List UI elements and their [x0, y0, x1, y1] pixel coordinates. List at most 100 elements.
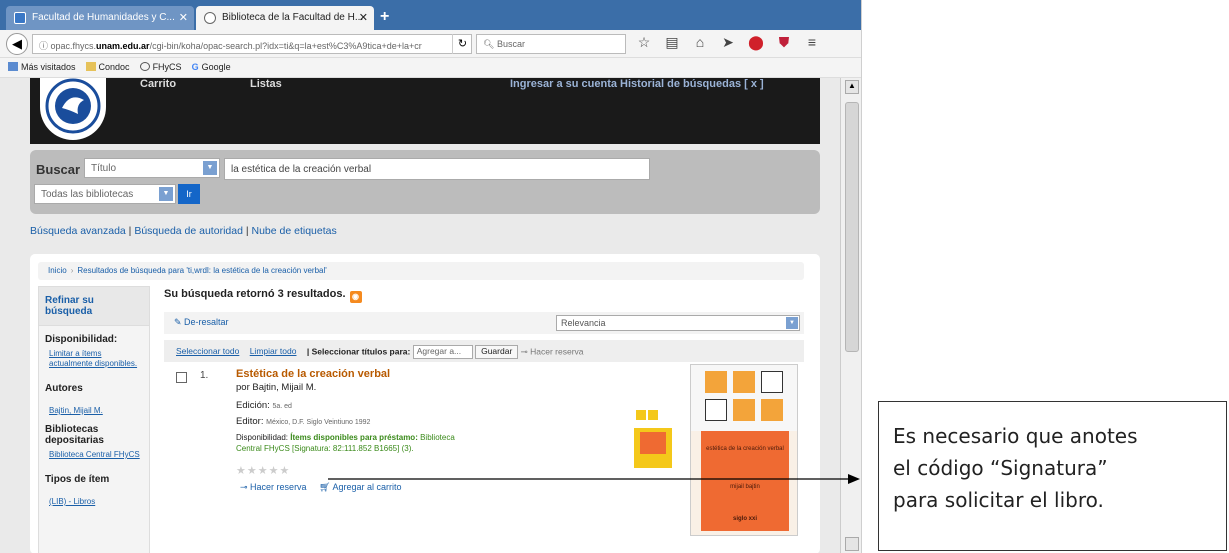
- folder-icon: [8, 62, 18, 71]
- facet-author-link[interactable]: Bajtin, Mijail M.: [39, 396, 149, 416]
- breadcrumb: Inicio › Resultados de búsqueda para 'ti,w…: [38, 262, 804, 280]
- back-arrow-icon[interactable]: ◀: [6, 33, 28, 55]
- bookmark-fhycs[interactable]: FHyCS: [139, 62, 182, 73]
- advanced-search-link[interactable]: Búsqueda avanzada: [30, 225, 126, 237]
- url-domain: unam.edu.ar: [96, 41, 150, 51]
- library-select[interactable]: Todas las bibliotecas ▼: [34, 184, 176, 204]
- cart-link[interactable]: Carrito: [140, 78, 176, 90]
- unhighlight-label: De-resaltar: [184, 317, 229, 327]
- close-tab-icon[interactable]: ✕: [179, 11, 188, 24]
- bookmark-google[interactable]: G Google: [192, 62, 231, 73]
- book-cover-image[interactable]: estética de la creación verbal mijail ba…: [690, 364, 798, 536]
- availability-label: Disponibilidad:: [236, 433, 289, 442]
- breadcrumb-home[interactable]: Inicio: [48, 266, 67, 275]
- tag-cloud-link[interactable]: Nube de etiquetas: [252, 225, 337, 237]
- search-panel: Buscar Título ▼ la estética de la creaci…: [30, 150, 820, 214]
- browser-search-input[interactable]: 🔍︎ Buscar: [476, 34, 626, 54]
- results-count-text: Su búsqueda retornó 3 resultados.: [164, 288, 346, 300]
- shield-icon[interactable]: ⛊: [776, 34, 792, 51]
- cover-author: mijail bajtin: [730, 484, 760, 490]
- annotation-line-2: el código “Signatura”: [893, 456, 1108, 480]
- sort-select[interactable]: Relevancia ▼: [556, 315, 800, 331]
- new-tab-icon[interactable]: +: [380, 8, 389, 26]
- bookmark-label: Más visitados: [21, 62, 76, 72]
- annotation-line-1: Es necesario que anotes: [893, 424, 1138, 448]
- breadcrumb-results[interactable]: Resultados de búsqueda para 'ti,wrdl: la…: [77, 266, 326, 275]
- search-label: Buscar: [36, 162, 81, 177]
- save-button[interactable]: Guardar: [475, 345, 519, 359]
- facet-itemtype-link[interactable]: (LIB) - Libros: [39, 487, 149, 507]
- publisher-value: México, D.F. Siglo Veintiuno 1992: [266, 419, 371, 426]
- send-icon[interactable]: ➤: [720, 34, 736, 51]
- annotation-box: Es necesario que anotes el código “Signa…: [878, 401, 1227, 551]
- search-links: Búsqueda avanzada | Búsqueda de autorida…: [30, 225, 337, 237]
- fhycs-logo[interactable]: [40, 78, 106, 140]
- facet-libraries-heading: Bibliotecas depositarias: [45, 424, 104, 446]
- result-title-link[interactable]: Estética de la creación verbal: [236, 368, 390, 380]
- cover-thumbnail-icon: [634, 408, 672, 454]
- add-to-select[interactable]: Agregar a...: [412, 345, 473, 359]
- rating-stars[interactable]: ★★★★★: [236, 464, 290, 477]
- search-input[interactable]: la estética de la creación verbal: [224, 158, 650, 180]
- facets-title: Refinar su búsqueda: [39, 287, 149, 326]
- add-cart-link[interactable]: 🛒︎ Agregar al carrito: [319, 482, 401, 492]
- select-all-link[interactable]: Seleccionar todo: [176, 346, 239, 356]
- place-hold-link[interactable]: ⊸ Hacer reserva: [521, 346, 584, 356]
- facet-availability-link[interactable]: Limitar a ítems actualmente disponibles.: [39, 347, 149, 369]
- search-field-value: Título: [91, 163, 117, 174]
- rss-icon[interactable]: ◉: [349, 291, 362, 303]
- close-tab-icon[interactable]: ✕: [359, 11, 368, 24]
- tab-label: Facultad de Humanidades y C...: [32, 12, 175, 23]
- bookmark-star-icon[interactable]: ☆: [636, 34, 652, 51]
- result-checkbox[interactable]: [176, 372, 187, 383]
- scroll-down-icon[interactable]: [845, 537, 859, 551]
- reload-icon[interactable]: ↻: [452, 34, 472, 54]
- menu-icon[interactable]: ≡: [804, 34, 820, 51]
- facet-library-link[interactable]: Biblioteca Central FHyCS: [39, 448, 149, 460]
- info-icon[interactable]: ⓘ: [39, 41, 51, 51]
- bookmark-label: Condoc: [98, 62, 130, 72]
- biblioteca-favicon-icon: [204, 12, 216, 24]
- bookmark-condoc[interactable]: Condoc: [85, 62, 130, 73]
- go-button[interactable]: Ir: [178, 184, 200, 204]
- tab-facultad[interactable]: Facultad de Humanidades y C... ✕: [6, 6, 194, 30]
- adblock-icon[interactable]: ⬤: [748, 34, 764, 51]
- clear-all-link[interactable]: Limpiar todo: [250, 346, 297, 356]
- home-icon[interactable]: ⌂: [692, 34, 708, 51]
- edition-value: 5a. ed: [272, 403, 292, 410]
- hold-link[interactable]: ⊸ Hacer reserva: [240, 482, 307, 492]
- cover-square: [761, 371, 783, 393]
- scroll-up-icon[interactable]: ▲: [845, 80, 859, 94]
- results-panel: Inicio › Resultados de búsqueda para 'ti,w…: [30, 254, 820, 553]
- vertical-scrollbar[interactable]: ▲: [840, 78, 861, 553]
- search-field-select[interactable]: Título ▼: [84, 158, 220, 178]
- url-prefix: opac.fhycs.: [50, 41, 97, 51]
- unhighlight-link[interactable]: ✎ De-resaltar: [174, 317, 229, 328]
- add-cart-label: Agregar al carrito: [332, 482, 402, 492]
- chevron-down-icon: ▼: [786, 317, 798, 329]
- annotation-line-3: para solicitar el libro.: [893, 488, 1104, 512]
- authority-search-link[interactable]: Búsqueda de autoridad: [134, 225, 243, 237]
- search-query-value: la estética de la creación verbal: [231, 164, 372, 175]
- breadcrumb-separator: ›: [70, 266, 74, 275]
- user-links[interactable]: Ingresar a su cuenta Historial de búsque…: [510, 78, 764, 90]
- search-icon: 🔍︎: [483, 39, 497, 49]
- facet-availability-heading: Disponibilidad:: [45, 334, 118, 345]
- select-titles-text: Seleccionar títulos para:: [311, 346, 411, 357]
- small-cover-image[interactable]: [634, 408, 672, 468]
- url-bar[interactable]: ⓘ opac.fhycs.unam.edu.ar/cgi-bin/koha/op…: [32, 34, 472, 54]
- tab-biblioteca[interactable]: Biblioteca de la Facultad de H... ✕: [196, 6, 374, 30]
- selection-toolbar: Seleccionar todo Limpiar todo | Seleccio…: [164, 340, 804, 362]
- clipboard-icon[interactable]: ▤: [664, 34, 680, 51]
- bookmark-mas-visitados[interactable]: Más visitados: [8, 62, 76, 73]
- lists-link[interactable]: Listas: [250, 78, 282, 90]
- results-toolbar: ✎ De-resaltar Relevancia ▼: [164, 312, 804, 334]
- cover-title: estética de la creación verbal: [706, 446, 784, 452]
- sort-value: Relevancia: [561, 318, 606, 328]
- result-author[interactable]: por Bajtin, Mijail M.: [236, 382, 316, 393]
- folder-icon: [85, 62, 96, 71]
- hold-icon: ⊸: [240, 482, 251, 492]
- scroll-thumb[interactable]: [845, 102, 859, 352]
- facets-sidebar: Refinar su búsqueda Disponibilidad: Limi…: [38, 286, 150, 553]
- facet-itemtype-heading: Tipos de ítem: [45, 474, 110, 485]
